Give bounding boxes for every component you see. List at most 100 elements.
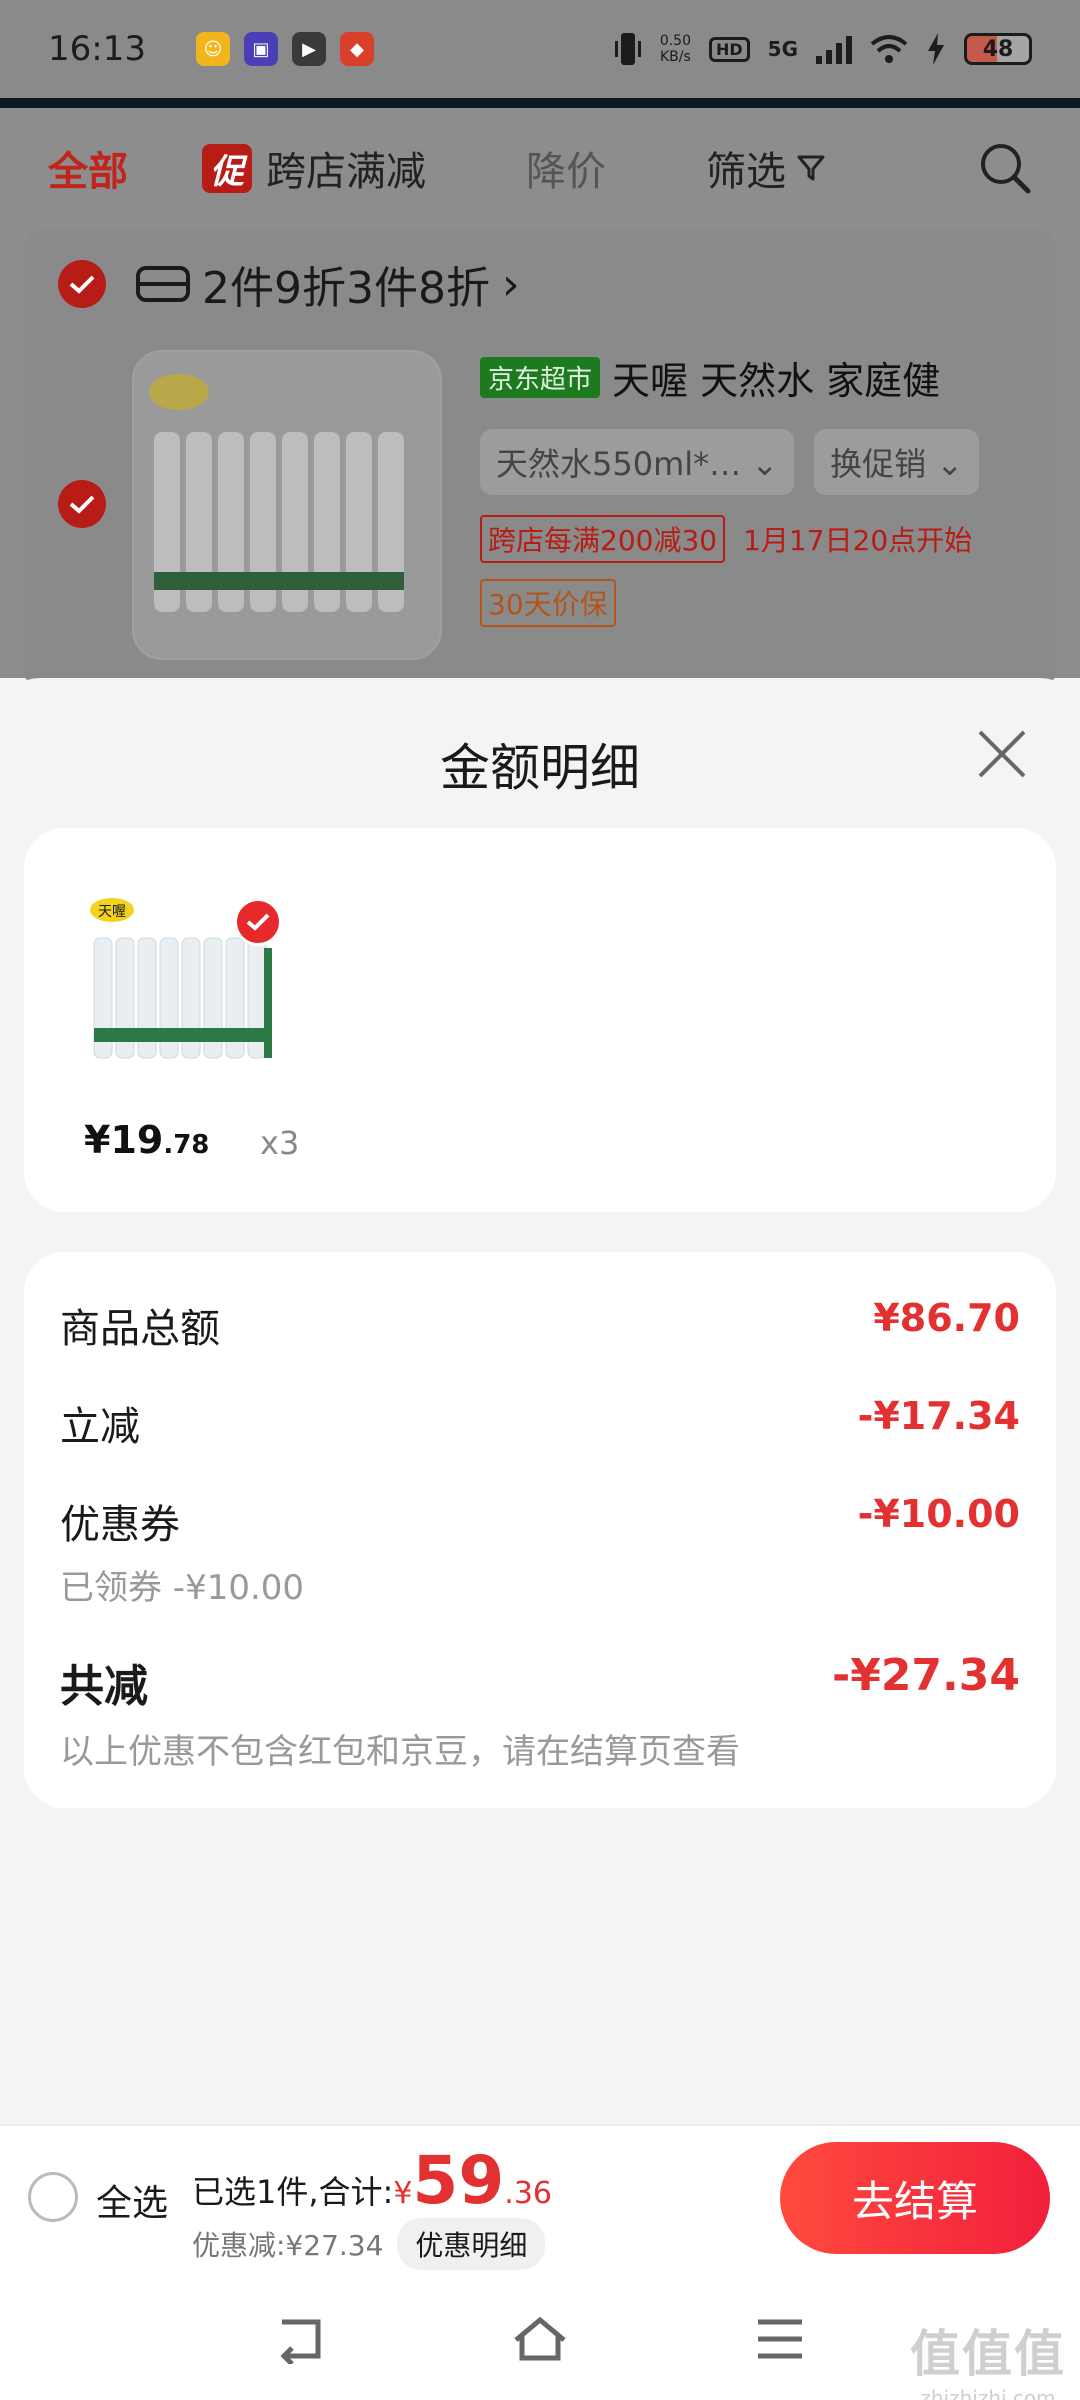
- promo-time-tag: 1月17日20点开始: [743, 524, 973, 557]
- goods-total-label: 商品总额: [60, 1306, 220, 1352]
- item-tags: 跨店每满200减30 1月17日20点开始: [480, 515, 1040, 563]
- total-currency: ¥: [393, 2176, 413, 2211]
- total-int: 59: [412, 2142, 505, 2219]
- charging-icon: [928, 33, 944, 65]
- status-app-icons: ☺ ▣ ▶ ◆: [196, 32, 374, 66]
- discount-detail-button[interactable]: 优惠明细: [397, 2218, 546, 2270]
- checkout-button[interactable]: 去结算: [780, 2142, 1050, 2254]
- back-icon[interactable]: [272, 2314, 328, 2364]
- app-icon-4: ◆: [340, 32, 374, 66]
- tab-filter-label: 筛选: [706, 149, 786, 195]
- promo-switch-label: 换促销: [830, 445, 927, 483]
- cross-store-tag: 跨店每满200减30: [480, 515, 726, 563]
- discount-text: 优惠减:¥27.34: [192, 2229, 384, 2262]
- menu-icon[interactable]: [752, 2314, 808, 2364]
- net-speed: 0.50 KB/s: [660, 33, 691, 65]
- tab-price-drop[interactable]: 降价: [526, 139, 606, 197]
- watermark-logo: 值值值: [910, 2325, 1066, 2383]
- svg-text:天喔: 天喔: [98, 904, 126, 920]
- checkmark-icon: [69, 275, 95, 294]
- close-icon[interactable]: [974, 726, 1030, 782]
- total-reduce-note: 以上优惠不包含红包和京豆，请在结算页查看: [60, 1732, 740, 1772]
- app-icon-2: ▣: [244, 32, 278, 66]
- water-bottles-image: [149, 374, 404, 612]
- system-nav-bar: 值值值 zhizhizhi.com: [0, 2274, 1080, 2400]
- filter-icon: [797, 155, 825, 181]
- tab-all[interactable]: 全部: [48, 139, 128, 197]
- summary-row-total-reduce: 共减 以上优惠不包含红包和京豆，请在结算页查看 -¥27.34: [60, 1650, 1020, 1773]
- chevron-right-icon: ›: [501, 258, 520, 310]
- total-reduce-label: 共减: [60, 1661, 148, 1712]
- hd-badge: HD: [708, 36, 750, 62]
- checkmark-icon: [246, 913, 270, 931]
- vibrate-icon: [614, 33, 641, 65]
- net-speed-unit: KB/s: [660, 49, 691, 65]
- amount-summary-card: 商品总额 ¥86.70 立减 -¥17.34 优惠券 已领券 -¥10.00 -…: [24, 1252, 1056, 1808]
- total-dec: .36: [504, 2176, 552, 2211]
- checkmark-icon: [69, 495, 95, 514]
- total-reduce-value: -¥27.34: [831, 1650, 1020, 1701]
- select-all-label[interactable]: 全选: [96, 2174, 168, 2226]
- promo-switch[interactable]: 换促销 ⌄: [814, 429, 980, 495]
- coupon-value: -¥10.00: [857, 1492, 1020, 1536]
- product-price: ¥19.78: [84, 1118, 209, 1162]
- selected-count-text: 已选1件,合计:: [192, 2173, 394, 2211]
- item-info: 京东超市 天喔 天然水 家庭健 天然水550ml*… ⌄ 换促销 ⌄ 跨店每满2…: [480, 350, 1040, 627]
- instant-discount-label: 立减: [60, 1404, 140, 1450]
- group-checkbox[interactable]: [58, 260, 106, 308]
- tab-filter[interactable]: 筛选: [706, 139, 826, 197]
- background-page: 全部 促 跨店满减 降价 筛选 2件9折3件8折 › 京东超市 天喔 天然水 家…: [0, 108, 1080, 690]
- checkout-bar: 全选 已选1件,合计: ¥ 59 .36 优惠减:¥27.34 优惠明细 去结算: [0, 2124, 1080, 2274]
- product-card: 天喔 ¥19.78 x3: [24, 828, 1056, 1212]
- spec-label: 天然水550ml*…: [496, 445, 742, 483]
- app-icon-1: ☺: [196, 32, 230, 66]
- tab-cross-store-promo[interactable]: 促 跨店满减: [202, 139, 426, 197]
- promo-group-header[interactable]: 2件9折3件8折 ›: [58, 252, 520, 316]
- price-symbol: ¥: [84, 1118, 111, 1162]
- status-time: 16:13: [48, 29, 146, 69]
- coupon-sub: 已领券 -¥10.00: [60, 1568, 305, 1608]
- amount-detail-sheet: 金额明细 天喔 ¥19.78 x3 商品总额 ¥86.70 立减 -¥17.34…: [0, 678, 1080, 2138]
- status-right: 0.50 KB/s HD 5G 48: [614, 29, 1032, 69]
- home-icon[interactable]: [512, 2314, 568, 2364]
- tab-promo-label: 跨店满减: [266, 149, 426, 195]
- net-speed-value: 0.50: [659, 33, 691, 49]
- item-checkbox[interactable]: [58, 480, 106, 528]
- wifi-icon: [870, 35, 908, 63]
- product-selected-check: [234, 898, 282, 946]
- product-image[interactable]: [132, 350, 442, 660]
- summary-row-coupon: 优惠券 已领券 -¥10.00 -¥10.00: [60, 1492, 1020, 1609]
- store-badge: 京东超市: [480, 357, 601, 398]
- cart-store-card: 2件9折3件8折 › 京东超市 天喔 天然水 家庭健 天然水550ml*… ⌄ …: [24, 230, 1056, 690]
- promo-badge: 促: [202, 143, 252, 193]
- sheet-title: 金额明细: [440, 739, 640, 797]
- item-chips: 天然水550ml*… ⌄ 换促销 ⌄: [480, 429, 1040, 495]
- price-protect-tag: 30天价保: [480, 579, 616, 627]
- watermark-url: zhizhizhi.com: [920, 2386, 1056, 2400]
- instant-discount-value: -¥17.34: [857, 1394, 1020, 1438]
- item-title: 天喔 天然水 家庭健: [612, 359, 941, 403]
- price-dec: .78: [163, 1130, 210, 1160]
- select-all-checkbox[interactable]: [28, 2172, 78, 2222]
- app-icon-3: ▶: [292, 32, 326, 66]
- item-title-row[interactable]: 京东超市 天喔 天然水 家庭健: [480, 350, 1040, 405]
- status-bar: 16:13 ☺ ▣ ▶ ◆ 0.50 KB/s HD 5G 48: [0, 0, 1080, 98]
- battery-indicator: 48: [964, 33, 1032, 65]
- watermark: 值值值 zhizhizhi.com: [910, 2314, 1066, 2400]
- search-icon[interactable]: [978, 141, 1032, 195]
- product-quantity: x3: [260, 1124, 300, 1162]
- promo-group-label: 2件9折3件8折: [202, 263, 490, 314]
- signal-icon: [816, 36, 852, 64]
- price-int: 19: [110, 1118, 164, 1162]
- cart-filter-tabs: 全部 促 跨店满减 降价 筛选: [0, 108, 1080, 228]
- network-type: 5G: [767, 37, 798, 61]
- discount-line: 优惠减:¥27.34 优惠明细: [192, 2218, 546, 2270]
- status-divider: [0, 98, 1080, 108]
- spec-selector[interactable]: 天然水550ml*… ⌄: [480, 429, 795, 495]
- goods-total-value: ¥86.70: [873, 1296, 1020, 1340]
- summary-row-goods-total: 商品总额 ¥86.70: [60, 1296, 1020, 1354]
- summary-row-instant-discount: 立减 -¥17.34: [60, 1394, 1020, 1452]
- coupon-icon: [136, 266, 190, 302]
- total-line: 已选1件,合计: ¥ 59 .36: [192, 2142, 552, 2219]
- coupon-label: 优惠券: [60, 1502, 180, 1548]
